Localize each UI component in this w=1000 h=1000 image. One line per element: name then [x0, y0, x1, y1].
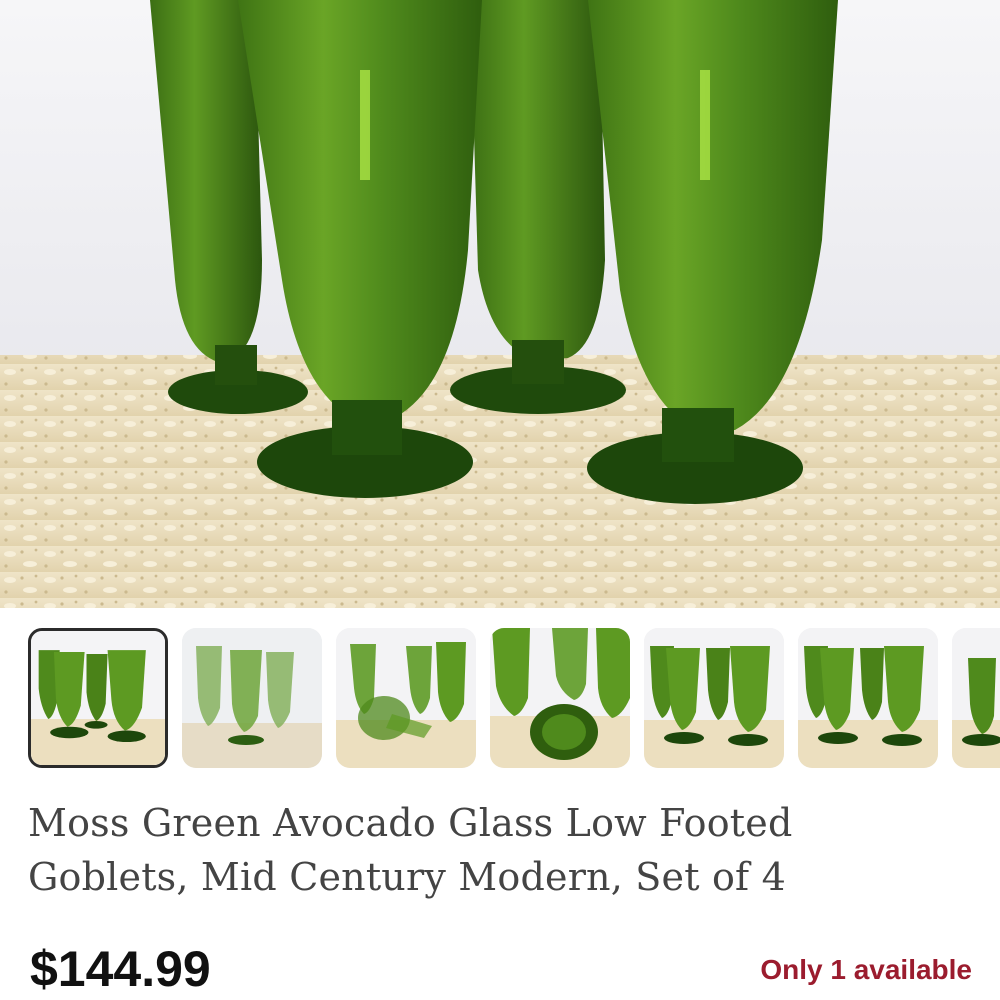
listing-title: Moss Green Avocado Glass Low Footed Gobl…	[28, 801, 793, 899]
listing-price: $144.99	[30, 941, 211, 997]
thumbnail-strip[interactable]	[0, 628, 1000, 770]
thumbnail-6[interactable]	[798, 628, 938, 768]
thumbnail-1[interactable]	[28, 628, 168, 768]
thumbnail-7[interactable]	[952, 628, 1000, 768]
hero-product-image[interactable]	[0, 0, 1000, 608]
thumbnail-2[interactable]	[182, 628, 322, 768]
thumbnail-5[interactable]	[644, 628, 784, 768]
thumbnail-3[interactable]	[336, 628, 476, 768]
availability-label: Only 1 available	[760, 954, 972, 985]
thumbnail-4[interactable]	[490, 628, 630, 768]
